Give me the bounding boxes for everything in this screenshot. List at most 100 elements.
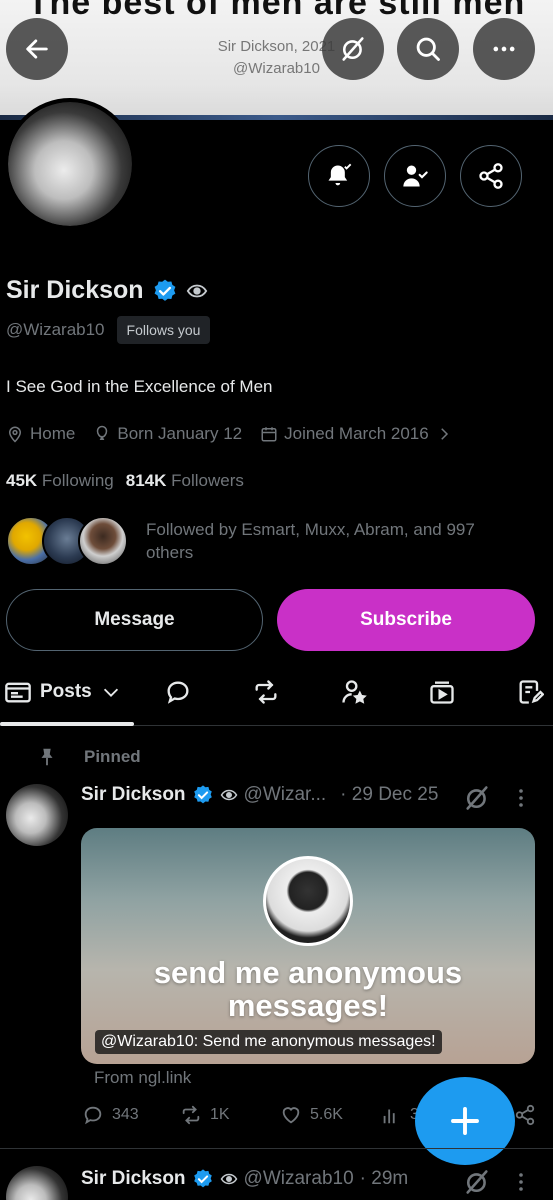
views-bar-icon [383,1109,395,1124]
profile-tabs: Posts [0,660,553,726]
followed-by-avatars [6,514,130,568]
birthday-text: Born January 12 [117,424,243,443]
reply-icon [84,1106,102,1125]
handle-row: @Wizarab10 Follows you [6,316,211,344]
followers-stat[interactable]: 814K Followers [126,471,244,491]
grok-icon[interactable] [463,1168,491,1196]
following-button[interactable] [384,145,446,207]
birthday-item: Born January 12 [93,424,242,444]
more-button[interactable] [473,18,535,80]
location-text: Home [30,424,76,443]
article-edit-icon [519,680,544,704]
grok-icon [342,37,364,61]
joined-item[interactable]: Joined March 2016 [260,424,453,444]
reply-bubble-icon [167,681,189,704]
grok-button[interactable] [322,18,384,80]
tab-highlights[interactable] [340,672,368,712]
followed-by-row[interactable]: Followed by Esmart, Muxx, Abram, and 997… [6,514,506,568]
followed-by-text: Followed by Esmart, Muxx, Abram, and 997… [146,520,475,562]
parody-eye-icon[interactable] [186,280,208,302]
post-date: · 29 Dec 25 [340,784,439,805]
tab-replies[interactable] [164,672,192,712]
heart-icon [282,1107,300,1124]
person-check-icon [403,165,428,187]
reply-count: 343 [112,1106,139,1123]
more-vertical-icon[interactable] [509,1170,533,1194]
location-item: Home [6,424,75,444]
pin-icon [41,748,53,766]
person-star-icon [342,680,367,704]
posts-icon [5,682,31,703]
following-stat[interactable]: 45K Following [6,471,114,491]
subscribe-button[interactable]: Subscribe [277,589,535,651]
chevron-right-icon [440,428,448,440]
message-button[interactable]: Message [6,589,263,651]
profile-avatar[interactable] [4,98,136,230]
chevron-down-icon [103,688,118,697]
card-avatar [263,856,353,946]
repost-count: 1K [210,1106,230,1123]
notifications-button[interactable] [308,145,370,207]
name-row: Sir Dickson [6,276,208,305]
tab-media[interactable] [428,672,456,712]
profile-handle: @Wizarab10 [6,320,105,339]
reply-action[interactable]: 343 [82,1104,139,1126]
balloon-icon [97,425,108,440]
more-vertical-icon[interactable] [509,786,533,810]
follow-stats: 45K Following 814K Followers [6,471,244,491]
grok-icon[interactable] [463,784,491,812]
display-name: Sir Dickson [6,276,144,304]
pinned-post-header: Sir Dickson @Wizar... · 29 Dec 25 [81,784,438,806]
back-arrow-icon [26,39,48,59]
repost-action[interactable]: 1K [180,1104,230,1126]
post-divider [0,1148,553,1149]
profile-avatar-image [8,102,132,226]
like-action[interactable]: 5.6K [280,1104,343,1126]
verified-badge-icon[interactable] [152,278,178,304]
parody-eye-icon [220,789,237,801]
followers-count: 814K [125,471,167,490]
post-avatar[interactable] [6,1166,68,1200]
banner-credit-name: Sir Dickson, 2021 [217,38,336,55]
share-button[interactable] [460,145,522,207]
follows-you-badge: Follows you [116,316,211,344]
like-count: 5.6K [310,1106,343,1123]
repost-icon [255,680,277,704]
repost-icon [182,1105,200,1125]
post-author[interactable]: Sir Dickson [81,1168,186,1190]
tab-articles[interactable] [516,672,544,712]
following-label: Following [41,471,114,490]
post-avatar[interactable] [6,784,68,846]
card-title: send me anonymous messages! [153,955,463,1023]
compose-button[interactable] [415,1077,515,1165]
mini-avatar [78,516,128,566]
card-caption: @Wizarab10: Send me anonymous messages! [95,1030,442,1054]
share-icon [479,163,503,189]
pinned-indicator: Pinned [36,746,141,768]
pinned-label: Pinned [84,747,141,766]
parody-eye-icon [220,1173,237,1185]
search-icon [416,37,440,61]
back-button[interactable] [6,18,68,80]
post-handle: @Wizarab10 [243,1168,354,1189]
following-count: 45K [6,471,38,490]
tab-posts-label: Posts [40,681,92,702]
card-source-link[interactable]: From ngl.link [94,1068,191,1088]
link-card[interactable]: send me anonymous messages! @Wizarab10: … [81,828,535,1064]
tab-posts[interactable]: Posts [4,672,122,712]
joined-text: Joined March 2016 [284,424,429,443]
active-tab-indicator [0,722,134,726]
profile-meta: Home Born January 12 Joined March 2016 [6,424,467,444]
post-time: · 29m [359,1168,409,1189]
banner-headline: The best of men are still men [27,0,526,22]
post-author[interactable]: Sir Dickson [81,784,186,806]
profile-bio: I See God in the Excellence of Men [6,377,273,396]
share-icon [515,1104,535,1126]
verified-badge-icon [193,1169,212,1188]
tab-reposts[interactable] [252,672,280,712]
share-action[interactable] [514,1104,536,1126]
bell-check-icon [328,163,352,186]
banner-credit-handle: @Wizarab10 [233,60,320,77]
search-button[interactable] [397,18,459,80]
media-play-icon [430,681,454,704]
